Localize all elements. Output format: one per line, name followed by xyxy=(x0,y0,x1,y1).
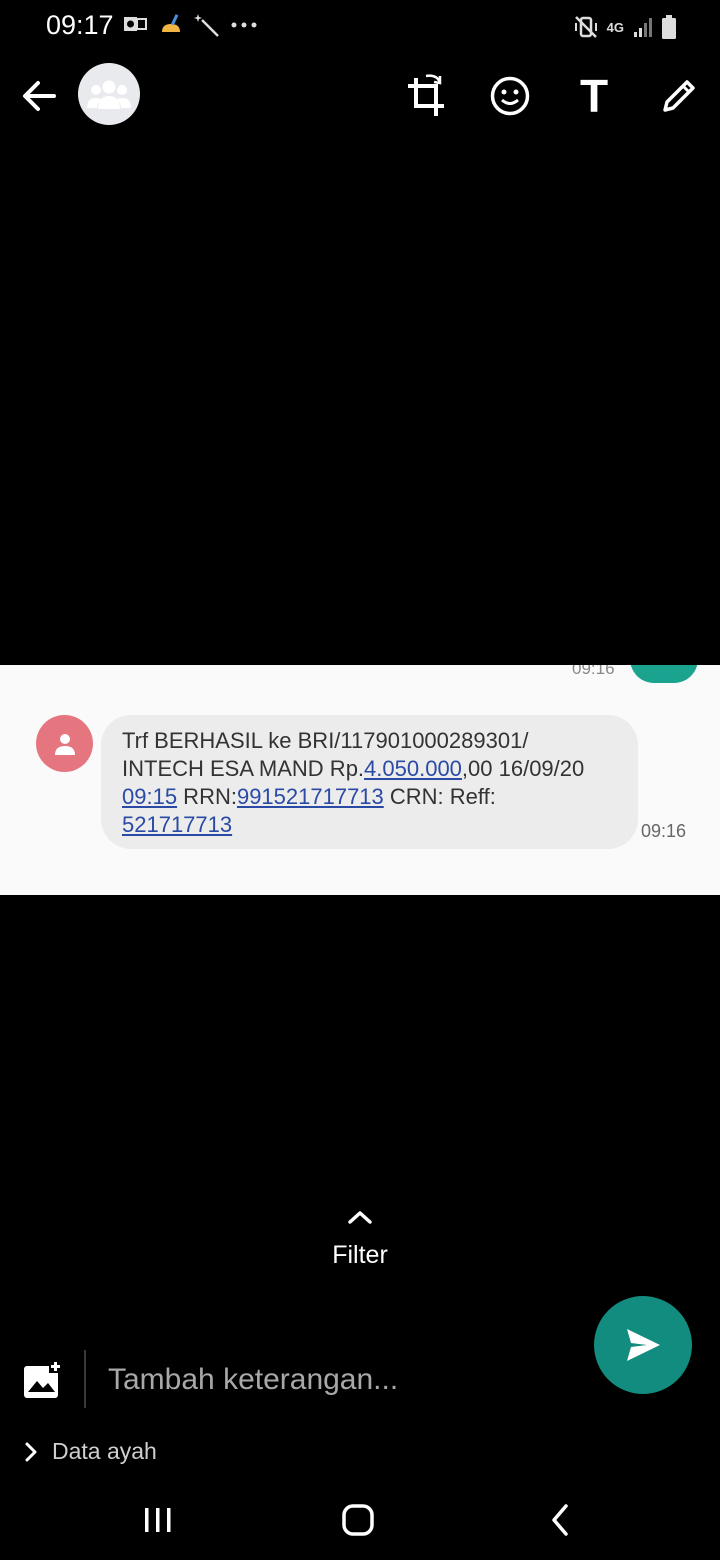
magic-wand-icon xyxy=(194,14,219,37)
message-text-part: INTECH ESA MAND Rp. xyxy=(122,756,365,781)
caption-divider xyxy=(84,1350,86,1408)
sender-avatar xyxy=(36,715,93,772)
message-time: 09:16 xyxy=(641,821,687,841)
text-icon: T xyxy=(579,70,609,122)
recipient-row[interactable]: Data ayah xyxy=(24,1438,157,1465)
status-bar: 09:17 4G xyxy=(0,0,720,52)
home-icon xyxy=(342,1504,374,1536)
status-notification-icons xyxy=(122,12,258,38)
back-arrow-icon xyxy=(23,81,56,111)
status-system-icons: 4G xyxy=(573,14,676,40)
image-preview: 09:16 Trf BERHASIL ke BRI/11790100028930… xyxy=(0,665,720,895)
message-text-part: ,00 16/09/20 xyxy=(461,756,585,781)
back-nav-icon xyxy=(552,1504,568,1536)
recipient-label: Data ayah xyxy=(52,1438,157,1464)
signal-icon xyxy=(634,18,652,37)
filter-label: Filter xyxy=(332,1241,388,1269)
recipient-avatar[interactable] xyxy=(78,63,140,125)
add-media-button[interactable] xyxy=(22,1360,62,1400)
time-link: 09:15 xyxy=(122,784,178,809)
reff-link: 521717713 xyxy=(122,812,233,837)
caption-input[interactable] xyxy=(106,1356,580,1404)
rrn-link: 991521717713 xyxy=(236,784,384,809)
back-button[interactable] xyxy=(18,74,62,118)
emoji-icon xyxy=(490,76,530,116)
status-time: 09:17 xyxy=(46,10,114,40)
mute-vibrate-icon xyxy=(574,16,597,38)
filter-button[interactable]: Filter xyxy=(0,1208,720,1270)
person-icon xyxy=(54,733,75,755)
more-dots-icon xyxy=(231,22,257,28)
4g-icon: 4G xyxy=(606,19,624,35)
message-text-line1: Trf BERHASIL ke BRI/117901000289301/ xyxy=(122,728,529,753)
message-text-part: RRN: xyxy=(177,784,237,809)
battery-icon xyxy=(662,15,676,39)
cleaner-icon xyxy=(162,14,180,32)
back-nav-button[interactable] xyxy=(530,1498,590,1542)
message-text-part: CRN: Reff: xyxy=(383,784,496,809)
draw-button[interactable] xyxy=(655,72,703,120)
previous-message-bubble xyxy=(630,665,698,683)
recent-apps-icon xyxy=(145,1508,171,1532)
emoji-button[interactable] xyxy=(486,72,534,120)
amount-link: 4.050.000 xyxy=(364,756,462,781)
crop-rotate-icon xyxy=(408,74,444,116)
editor-toolbar: T xyxy=(0,60,720,134)
group-icon xyxy=(87,80,131,109)
text-button[interactable]: T xyxy=(570,72,618,120)
chevron-up-icon xyxy=(348,1211,372,1224)
recent-apps-button[interactable] xyxy=(128,1498,188,1542)
sms-message-bubble: Trf BERHASIL ke BRI/117901000289301/ INT… xyxy=(101,715,638,849)
caption-row xyxy=(0,1350,720,1410)
pencil-icon xyxy=(663,80,695,112)
crop-rotate-button[interactable] xyxy=(403,72,451,120)
home-button[interactable] xyxy=(328,1498,388,1542)
chevron-right-icon xyxy=(25,1442,37,1461)
outlook-icon xyxy=(124,17,147,31)
navigation-bar xyxy=(0,1480,720,1560)
previous-message-time: 09:16 xyxy=(572,665,615,678)
add-photo-icon xyxy=(24,1360,62,1398)
